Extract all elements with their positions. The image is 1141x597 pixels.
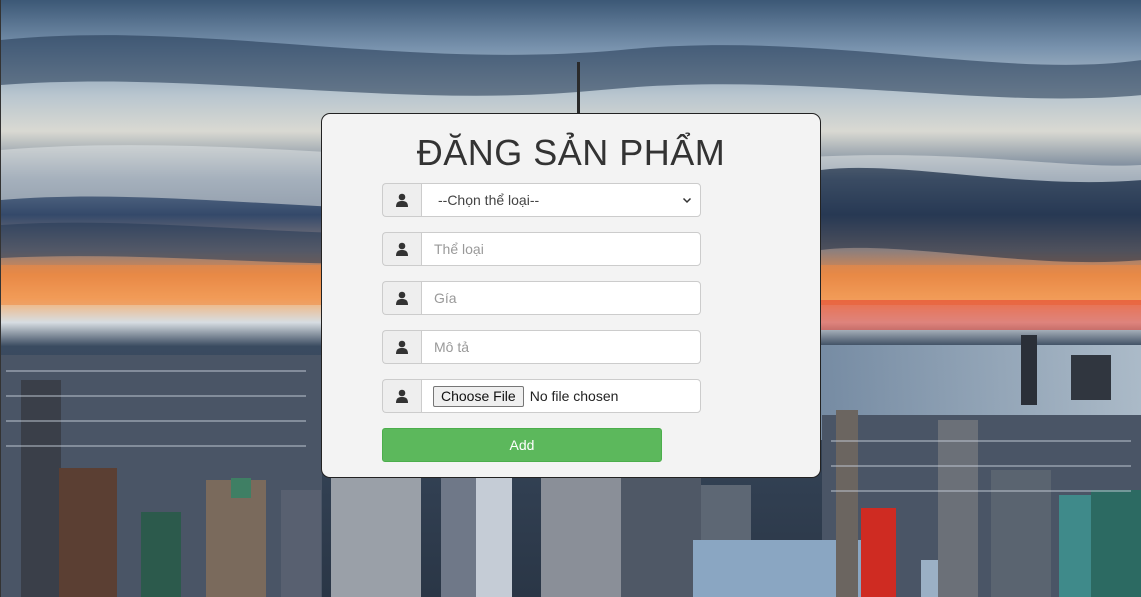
price-input-row: [382, 281, 701, 315]
category-select-value: --Chọn thể loại--: [438, 192, 540, 208]
description-input[interactable]: [421, 330, 701, 364]
price-input[interactable]: [421, 281, 701, 315]
category-select-row: --Chọn thể loại--: [382, 183, 701, 217]
add-button[interactable]: Add: [382, 428, 662, 462]
file-status-text: No file chosen: [529, 388, 619, 404]
page-title: ĐĂNG SẢN PHẨM: [416, 132, 726, 173]
description-input-row: [382, 330, 701, 364]
product-form-card: ĐĂNG SẢN PHẨM --Chọn thể loại-- Thể loại…: [321, 113, 821, 478]
file-input-row: Choose File No file chosen: [382, 379, 701, 413]
file-input: Choose File No file chosen: [421, 379, 701, 413]
user-icon: [382, 183, 421, 217]
user-icon: [382, 232, 421, 266]
user-icon: [382, 330, 421, 364]
chevron-down-icon: [682, 192, 692, 208]
choose-file-button[interactable]: Choose File: [433, 385, 524, 407]
user-icon: [382, 379, 421, 413]
user-icon: [382, 281, 421, 315]
category-input-row: [382, 232, 701, 266]
category-select[interactable]: --Chọn thể loại--: [421, 183, 701, 217]
category-input[interactable]: [421, 232, 701, 266]
